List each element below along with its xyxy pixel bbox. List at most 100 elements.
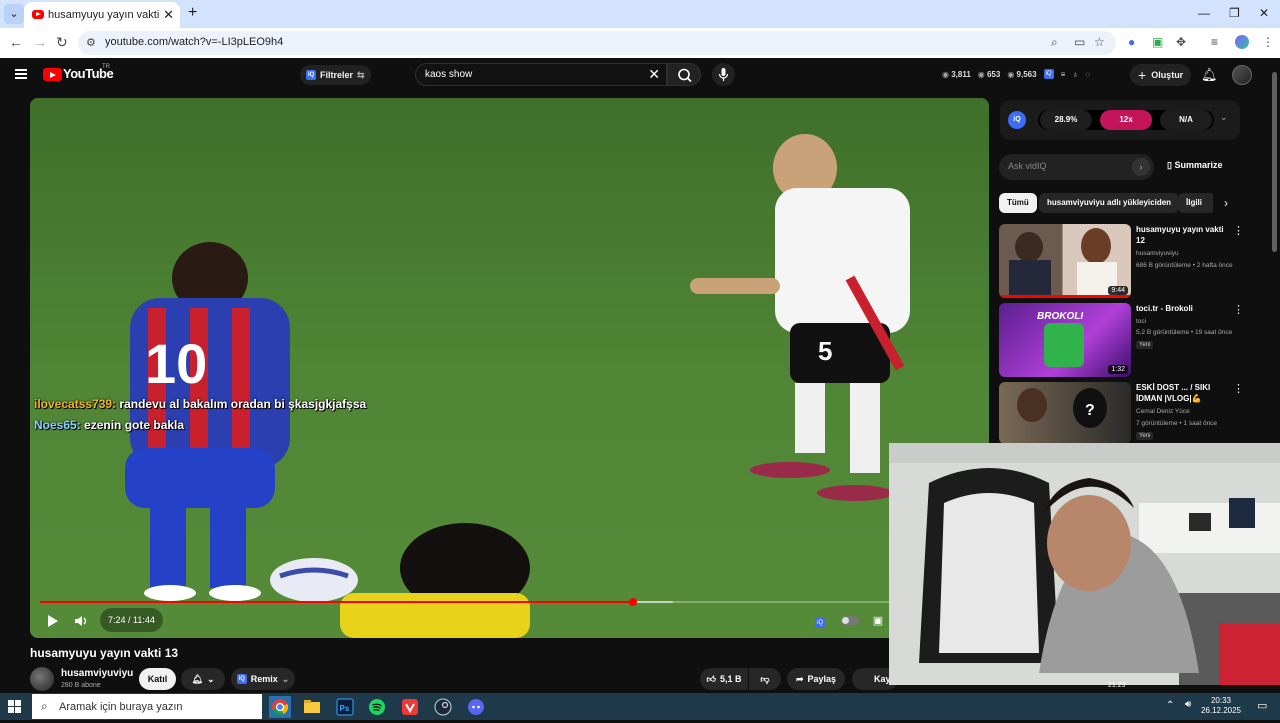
vidiq-icon: iQ bbox=[236, 674, 247, 684]
site-info-icon[interactable]: ⚙ bbox=[86, 36, 96, 49]
new-tab-icon[interactable]: + bbox=[188, 4, 197, 22]
video-player[interactable]: 10 5 ilovecatss739: randevu al bakalım o… bbox=[30, 98, 989, 638]
minimize-icon[interactable]: — bbox=[1198, 6, 1210, 20]
install-app-icon[interactable]: ▭ bbox=[1074, 35, 1085, 49]
tab-search-menu-icon[interactable]: ⌄ bbox=[4, 4, 24, 24]
discord-icon[interactable] bbox=[465, 696, 487, 718]
dislike-button[interactable]: 👎︎ bbox=[749, 668, 781, 690]
forward-icon[interactable]: → bbox=[33, 34, 47, 50]
extensions-puzzle-icon[interactable]: ✥ bbox=[1176, 35, 1186, 49]
window-close-icon[interactable]: ✕ bbox=[1259, 6, 1269, 20]
vidiq-multiplier[interactable]: 12x bbox=[1100, 110, 1152, 130]
photoshop-icon[interactable]: Ps bbox=[334, 696, 356, 718]
recommendation-item[interactable]: BROKOLI 1:32 toci.tr - Brokoli toci 5,2 … bbox=[999, 303, 1255, 377]
vivaldi-icon[interactable] bbox=[399, 696, 421, 718]
remix-button[interactable]: iQ Remix ⌄ bbox=[231, 668, 295, 690]
file-explorer-icon[interactable] bbox=[301, 696, 323, 718]
create-button[interactable]: + Oluştur bbox=[1130, 64, 1192, 86]
recommendation-item[interactable]: ? ESKİ DOST ... / SIKI İDMAN |VLOG|💪 Cem… bbox=[999, 382, 1255, 444]
chevron-down-icon[interactable]: ⌄ bbox=[1220, 112, 1228, 123]
vidiq-player-icon[interactable]: iQ bbox=[810, 611, 830, 631]
share-button[interactable]: ➦ Paylaş bbox=[787, 668, 845, 690]
account-avatar[interactable] bbox=[1232, 65, 1252, 85]
more-options-icon[interactable]: ⋮ bbox=[1233, 224, 1244, 237]
video-title[interactable]: husamyuyu yayın vakti 12 bbox=[1136, 224, 1234, 246]
back-icon[interactable]: ← bbox=[9, 34, 23, 50]
restore-icon[interactable]: ❐ bbox=[1229, 6, 1240, 20]
channel-name[interactable]: husamviyuviyu bbox=[61, 668, 133, 679]
windows-start-icon[interactable] bbox=[8, 700, 21, 713]
ask-vidiq-input[interactable]: Ask vidIQ › bbox=[999, 154, 1154, 180]
play-button[interactable] bbox=[40, 610, 64, 632]
video-title[interactable]: toci.tr - Brokoli bbox=[1136, 303, 1234, 314]
chat-icon[interactable]: ◌ bbox=[1085, 70, 1090, 79]
taskbar-search-input[interactable]: ⌕ Aramak için buraya yazın bbox=[32, 694, 262, 719]
bell-icon: 🔔︎ bbox=[191, 673, 203, 684]
recommendation-item[interactable]: 9:44 husamyuyu yayın vakti 12 husamviyuv… bbox=[999, 224, 1255, 298]
autoplay-toggle-icon[interactable] bbox=[840, 611, 860, 631]
subscribed-bell-button[interactable]: 🔔︎ ⌄ bbox=[181, 668, 225, 690]
browser-tab-active[interactable]: husamyuyu yayın vakti 13 - YouTube ✕ bbox=[24, 2, 180, 28]
bulb-icon[interactable]: ♁ bbox=[1072, 70, 1078, 79]
reading-list-icon[interactable]: ≡ bbox=[1211, 35, 1218, 49]
chrome-menu-icon[interactable]: ⋮ bbox=[1262, 35, 1274, 49]
vidiq-extension-icon[interactable]: ● bbox=[1128, 35, 1135, 49]
summarize-button[interactable]: ▯ Summarize bbox=[1167, 160, 1223, 171]
video-thumbnail[interactable]: ? bbox=[999, 382, 1131, 444]
video-thumbnail[interactable]: BROKOLI 1:32 bbox=[999, 303, 1131, 377]
channel-name[interactable]: husamviyuviyu bbox=[1136, 250, 1179, 257]
channel-name[interactable]: Cemal Deniz Yüce bbox=[1136, 408, 1190, 415]
clear-search-icon[interactable]: ✕ bbox=[648, 66, 660, 83]
more-options-icon[interactable]: ⋮ bbox=[1233, 303, 1244, 316]
extension-icon[interactable]: ▣ bbox=[1152, 35, 1163, 49]
chat-message: ilovecatss739: randevu al bakalım oradan… bbox=[34, 397, 366, 411]
chrome-taskbar-icon[interactable] bbox=[269, 696, 291, 718]
vidiq-icon[interactable]: iQ bbox=[1043, 69, 1054, 79]
tray-chevron-icon[interactable]: ⌃ bbox=[1166, 700, 1174, 711]
zoom-icon[interactable]: ⌕ bbox=[1051, 35, 1058, 50]
search-input[interactable]: kaos show ✕ bbox=[415, 63, 667, 86]
address-bar[interactable]: ⚙ youtube.com/watch?v=-LI3pLEO9h4 ⌕ ▭ ☆ bbox=[78, 31, 1116, 55]
spotify-icon[interactable] bbox=[366, 696, 388, 718]
list-icon[interactable]: ≡ bbox=[1061, 70, 1066, 79]
chips-next-icon[interactable]: › bbox=[1213, 193, 1239, 213]
profile-avatar[interactable] bbox=[1235, 35, 1249, 49]
channel-name[interactable]: toci bbox=[1136, 318, 1146, 325]
volume-button[interactable] bbox=[70, 610, 94, 632]
notifications-bell-icon[interactable]: 🔔︎ bbox=[1201, 67, 1218, 83]
stat-views: ◉ 3,811 bbox=[942, 69, 971, 79]
reload-icon[interactable]: ↻ bbox=[56, 34, 68, 51]
vidiq-status[interactable]: N/A bbox=[1160, 110, 1212, 130]
taskbar-clock[interactable]: 20:33 26.12.2025 bbox=[1196, 696, 1246, 716]
browser-tab-bar: ⌄ husamyuyu yayın vakti 13 - YouTube ✕ +… bbox=[0, 0, 1280, 28]
send-arrow-icon[interactable]: › bbox=[1132, 158, 1150, 176]
search-icon bbox=[678, 68, 692, 83]
vidiq-score[interactable]: 28.9% bbox=[1040, 110, 1092, 130]
book-icon: ▯ bbox=[1167, 160, 1172, 170]
chip-uploader[interactable]: husamviyuviyu adlı yükleyiciden bbox=[1039, 193, 1180, 213]
notification-center-icon[interactable]: ▭ bbox=[1257, 699, 1267, 712]
chip-all[interactable]: Tümü bbox=[999, 193, 1037, 213]
bookmark-star-icon[interactable]: ☆ bbox=[1094, 35, 1105, 49]
menu-hamburger-icon[interactable] bbox=[15, 69, 27, 79]
join-button[interactable]: Katıl bbox=[139, 668, 176, 690]
search-button[interactable] bbox=[667, 63, 701, 86]
vidiq-logo-icon[interactable]: iQ bbox=[1008, 111, 1026, 129]
scrollbar-thumb[interactable] bbox=[1272, 72, 1277, 252]
video-title[interactable]: ESKİ DOST ... / SIKI İDMAN |VLOG|💪 bbox=[1136, 382, 1234, 404]
voice-search-button[interactable] bbox=[712, 63, 735, 86]
steam-icon[interactable] bbox=[432, 696, 454, 718]
progress-bar[interactable] bbox=[40, 598, 980, 606]
tab-close-icon[interactable]: ✕ bbox=[163, 7, 174, 23]
youtube-logo-icon[interactable] bbox=[43, 68, 62, 81]
video-meta: 5,2 B görüntüleme • 19 saat önce bbox=[1136, 329, 1233, 336]
new-badge: Yeni bbox=[1136, 432, 1154, 440]
chip-related[interactable]: İlgili bbox=[1178, 193, 1216, 213]
video-thumbnail[interactable]: 9:44 bbox=[999, 224, 1131, 298]
volume-tray-icon[interactable]: 🔊︎ bbox=[1185, 699, 1191, 710]
filters-button[interactable]: iQ Filtreler ⇆ bbox=[300, 65, 371, 85]
channel-avatar[interactable] bbox=[30, 667, 54, 691]
like-button[interactable]: 👍︎ 5,1 B bbox=[700, 668, 748, 690]
miniplayer-icon[interactable]: ▣ bbox=[868, 611, 888, 631]
more-options-icon[interactable]: ⋮ bbox=[1233, 382, 1244, 395]
